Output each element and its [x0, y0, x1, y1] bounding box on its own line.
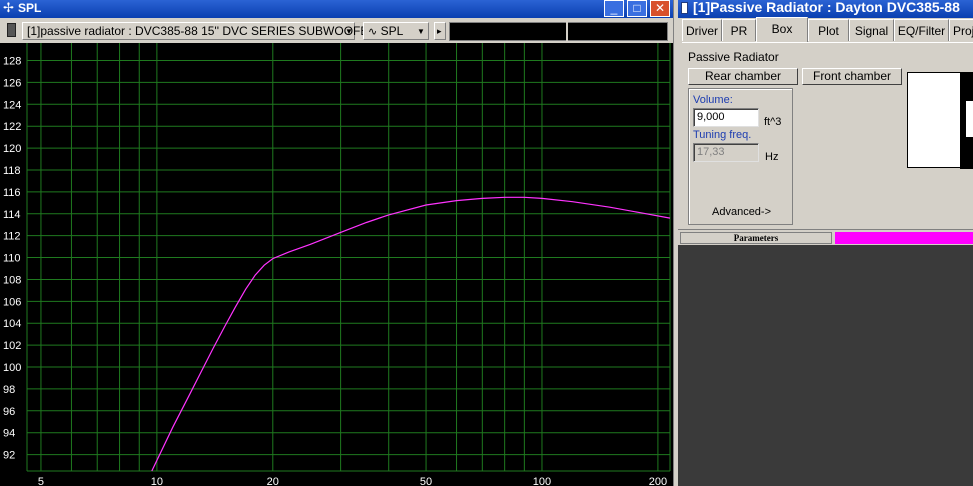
x-tick-label: 5: [38, 476, 44, 486]
x-tick-label: 200: [649, 476, 667, 486]
spl-plot-area[interactable]: 92 94 96 98 100 102 104 106 108 110 112 114 116 118 12…: [0, 43, 673, 486]
x-tick-label: 50: [420, 476, 432, 486]
tab-project[interactable]: Proje: [949, 19, 973, 41]
minimize-button[interactable]: _: [604, 0, 624, 17]
pin-icon: ✢: [3, 0, 14, 15]
more-button[interactable]: ▸: [434, 22, 446, 40]
enclosure-icon: [960, 73, 973, 169]
y-tick-label: 102: [3, 340, 21, 352]
tuning-freq-label: Tuning freq.: [693, 129, 752, 141]
spl-chart: 92 94 96 98 100 102 104 106 108 110 112 114 116 118 12…: [3, 43, 671, 486]
graph-select[interactable]: ∿ SPL ▼: [363, 22, 429, 40]
y-tick-label: 108: [3, 274, 21, 286]
tab-signal[interactable]: Signal: [849, 19, 894, 41]
x-tick-label: 100: [533, 476, 551, 486]
box-preview-image: [907, 72, 973, 169]
spl-titlebar[interactable]: ✢ SPL _ □ ✕: [0, 0, 673, 18]
y-tick-label: 118: [3, 165, 21, 177]
tab-driver[interactable]: Driver: [682, 19, 722, 41]
tab-pr[interactable]: PR: [722, 19, 756, 41]
y-tick-label: 96: [3, 406, 15, 418]
front-chamber-button[interactable]: Front chamber: [802, 68, 902, 85]
driver-select[interactable]: [1]passive radiator : DVC385-88 15'' DVC…: [22, 22, 377, 40]
tab-eq-filter[interactable]: EQ/Filter: [894, 19, 949, 41]
box-tab-panel: Passive Radiator Rear chamber Front cham…: [682, 42, 973, 227]
driver-select-label: [1]passive radiator : DVC385-88 15'' DVC…: [27, 24, 378, 38]
pr-tab-strip: Driver PR Box Plot Signal EQ/Filter Proj…: [682, 17, 973, 42]
y-tick-label: 114: [3, 209, 21, 221]
tab-box[interactable]: Box: [756, 17, 808, 42]
y-tick-label: 126: [3, 77, 21, 89]
y-tick-label: 104: [3, 318, 21, 330]
y-tick-label: 124: [3, 99, 21, 111]
pr-titlebar[interactable]: [1]Passive Radiator : Dayton DVC385-88: [678, 0, 973, 18]
y-tick-label: 116: [3, 187, 21, 199]
passive-radiator-window: [1]Passive Radiator : Dayton DVC385-88 D…: [678, 0, 973, 246]
graph-select-label: SPL: [380, 24, 404, 38]
lock-icon[interactable]: [7, 23, 16, 37]
y-tick-label: 98: [3, 384, 15, 396]
y-tick-label: 122: [3, 121, 21, 133]
spl-curve: [151, 196, 671, 472]
y-tick-label: 128: [3, 56, 21, 68]
spl-window: ✢ SPL _ □ ✕ [1]passive radiator : DVC385…: [0, 0, 673, 486]
advanced-link[interactable]: Advanced->: [712, 206, 771, 218]
readout-divider: [566, 22, 568, 41]
y-tick-label: 94: [3, 428, 15, 440]
tab-plot[interactable]: Plot: [808, 19, 849, 41]
waveform-icon: ∿: [368, 26, 378, 38]
maximize-button[interactable]: □: [627, 0, 647, 17]
y-tick-label: 120: [3, 143, 21, 155]
rear-chamber-button[interactable]: Rear chamber: [688, 68, 798, 85]
spl-window-title: SPL: [18, 1, 42, 15]
chevron-down-icon: ▼: [345, 27, 353, 36]
chevron-down-icon: ▼: [417, 27, 425, 36]
y-tick-label: 106: [3, 296, 21, 308]
readout-field: [449, 22, 668, 41]
chamber-group: Volume: 9,000 ft^3 Tuning freq. 17,33 Hz…: [688, 88, 793, 225]
x-tick-label: 20: [267, 476, 279, 486]
x-tick-label: 10: [151, 476, 163, 486]
status-bar: Parameters: [678, 229, 973, 246]
y-tick-label: 112: [3, 231, 21, 243]
close-button[interactable]: ✕: [650, 0, 670, 17]
empty-workspace: [678, 245, 973, 486]
volume-unit: ft^3: [764, 116, 782, 128]
volume-input[interactable]: 9,000: [693, 108, 759, 127]
volume-label: Volume:: [693, 94, 733, 106]
section-label: Passive Radiator: [688, 50, 779, 64]
status-parameters-label: Parameters: [680, 232, 832, 244]
y-tick-label: 110: [3, 253, 21, 265]
tuning-freq-unit: Hz: [765, 151, 779, 163]
tuning-freq-input[interactable]: 17,33: [693, 143, 759, 162]
y-tick-label: 92: [3, 450, 15, 462]
pr-window-title: [1]Passive Radiator : Dayton DVC385-88: [693, 0, 960, 15]
status-color-indicator: [835, 232, 973, 244]
y-tick-label: 100: [3, 362, 21, 374]
lock-icon: [681, 2, 688, 14]
